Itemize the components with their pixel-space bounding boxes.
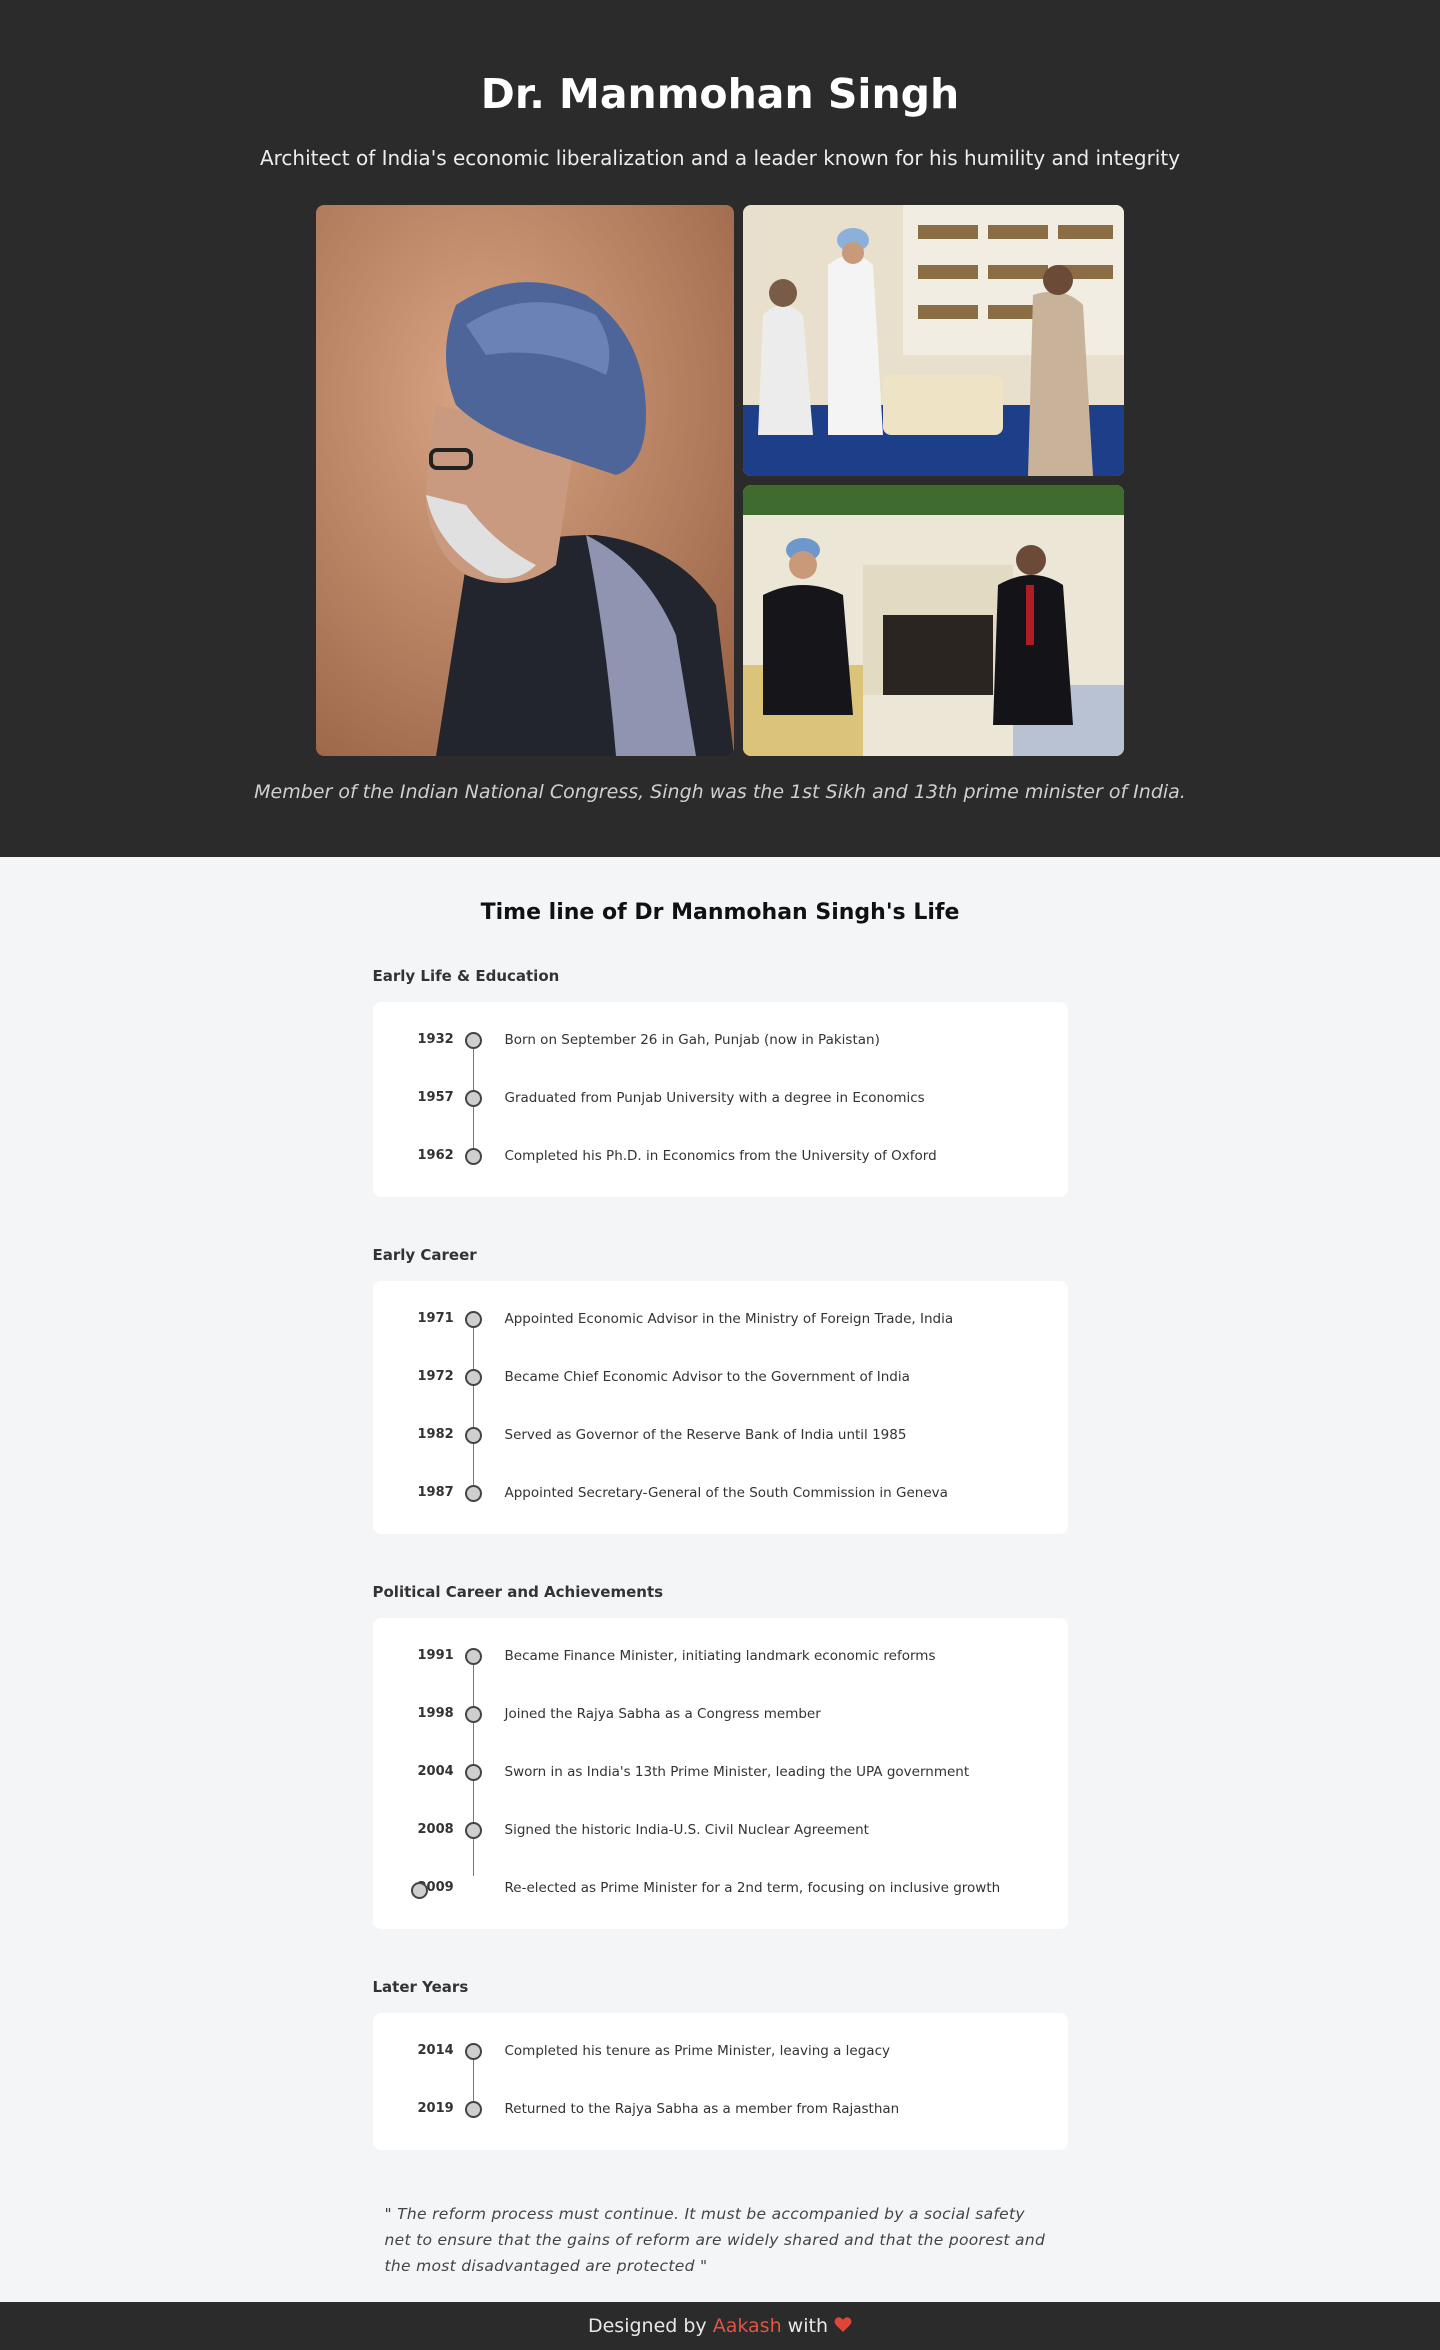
- hero-section: Dr. Manmohan Singh Architect of India's …: [0, 0, 1440, 857]
- event-text: Appointed Economic Advisor in the Minist…: [504, 1311, 954, 1327]
- timeline-dot: [464, 1427, 482, 1444]
- event-text: Served as Governor of the Reserve Bank o…: [504, 1427, 907, 1443]
- event-year: 1987: [417, 1485, 454, 1500]
- timeline-period: Early Career 1971 Appointed Economic Adv…: [372, 1245, 1068, 1534]
- timeline-dot: [464, 1706, 482, 1723]
- portrait-photo: [316, 205, 734, 756]
- event-year: 1998: [417, 1706, 454, 1721]
- event-year: 1982: [417, 1427, 454, 1442]
- timeline-event: 1957 Graduated from Punjab University wi…: [373, 1086, 1068, 1144]
- event-text: Returned to the Rajya Sabha as a member …: [504, 2101, 900, 2117]
- timeline-dot: [410, 1882, 428, 1899]
- event-text: Born on September 26 in Gah, Punjab (now…: [504, 1032, 880, 1048]
- timeline-period: Later Years 2014 Completed his tenure as…: [372, 1977, 1068, 2150]
- timeline-event: 1987 Appointed Secretary-General of the …: [373, 1481, 1068, 1513]
- hero-caption: Member of the Indian National Congress, …: [254, 781, 1186, 803]
- event-year: 1957: [417, 1090, 454, 1105]
- period-card: 2014 Completed his tenure as Prime Minis…: [372, 2013, 1068, 2150]
- author-link[interactable]: Aakash: [713, 2315, 782, 2337]
- period-title: Early Career: [372, 1246, 477, 1264]
- meeting-photo: [743, 205, 1124, 476]
- timeline-period: Political Career and Achievements 1991 B…: [372, 1582, 1068, 1929]
- event-text: Became Chief Economic Advisor to the Gov…: [504, 1369, 910, 1385]
- period-title: Political Career and Achievements: [372, 1583, 664, 1601]
- event-text: Joined the Rajya Sabha as a Congress mem…: [504, 1706, 821, 1722]
- event-text: Sworn in as India's 13th Prime Minister,…: [504, 1764, 970, 1780]
- event-year: 2019: [417, 2101, 454, 2116]
- event-text: Graduated from Punjab University with a …: [504, 1090, 925, 1106]
- event-year: 2008: [417, 1822, 454, 1837]
- footer: Designed by Aakash with: [0, 2302, 1440, 2350]
- timeline-event: 2008 Signed the historic India-U.S. Civi…: [373, 1818, 1068, 1876]
- hero-subtitle: Architect of India's economic liberaliza…: [259, 146, 1181, 170]
- timeline-dot: [464, 1090, 482, 1107]
- event-text: Completed his Ph.D. in Economics from th…: [504, 1148, 937, 1164]
- period-card: 1971 Appointed Economic Advisor in the M…: [372, 1281, 1068, 1534]
- period-card: 1991 Became Finance Minister, initiating…: [372, 1618, 1068, 1929]
- photo-gallery: [316, 205, 1124, 756]
- quote-block: " The reform process must continue. It m…: [384, 2205, 1046, 2275]
- timeline-event: 1982 Served as Governor of the Reserve B…: [373, 1423, 1068, 1481]
- timeline-event: 1971 Appointed Economic Advisor in the M…: [373, 1307, 1068, 1365]
- event-year: 1932: [417, 1032, 454, 1047]
- event-text: Appointed Secretary-General of the South…: [504, 1485, 948, 1501]
- timeline-dot: [464, 1148, 482, 1165]
- timeline-dot: [464, 1032, 482, 1049]
- timeline-dot: [464, 1764, 482, 1781]
- timeline-dot: [464, 2101, 482, 2118]
- event-year: 2004: [417, 1764, 454, 1779]
- timeline-event: 1962 Completed his Ph.D. in Economics fr…: [373, 1144, 1068, 1176]
- heart-icon: [834, 2317, 852, 2332]
- page-title: Dr. Manmohan Singh: [480, 70, 960, 118]
- timeline-period: Early Life & Education 1932 Born on Sept…: [372, 966, 1068, 1197]
- timeline-dot: [464, 1648, 482, 1665]
- event-year: 1971: [417, 1311, 454, 1326]
- timeline-section: Time line of Dr Manmohan Singh's Life Ea…: [372, 857, 1068, 2150]
- event-year: 1962: [417, 1148, 454, 1163]
- event-year: 1972: [417, 1369, 454, 1384]
- period-title: Early Life & Education: [372, 967, 560, 985]
- timeline-dot: [464, 1369, 482, 1386]
- timeline-event: 1991 Became Finance Minister, initiating…: [373, 1644, 1068, 1702]
- footer-suffix: with: [787, 2315, 828, 2337]
- timeline-dot: [464, 1311, 482, 1328]
- timeline-event: 2009 Re-elected as Prime Minister for a …: [373, 1876, 1068, 1908]
- timeline-heading: Time line of Dr Manmohan Singh's Life: [480, 900, 960, 925]
- event-year: 1991: [417, 1648, 454, 1663]
- timeline-event: 2004 Sworn in as India's 13th Prime Mini…: [373, 1760, 1068, 1818]
- timeline-dot: [464, 2043, 482, 2060]
- timeline-event: 2019 Returned to the Rajya Sabha as a me…: [373, 2097, 1068, 2129]
- event-text: Re-elected as Prime Minister for a 2nd t…: [504, 1880, 1001, 1896]
- timeline-dot: [464, 1485, 482, 1502]
- timeline-event: 2014 Completed his tenure as Prime Minis…: [373, 2039, 1068, 2097]
- event-text: Signed the historic India-U.S. Civil Nuc…: [504, 1822, 869, 1838]
- event-text: Completed his tenure as Prime Minister, …: [504, 2043, 891, 2059]
- period-card: 1932 Born on September 26 in Gah, Punjab…: [372, 1002, 1068, 1197]
- event-year: 2014: [417, 2043, 454, 2058]
- timeline-event: 1972 Became Chief Economic Advisor to th…: [373, 1365, 1068, 1423]
- event-text: Became Finance Minister, initiating land…: [504, 1648, 936, 1664]
- timeline-dot: [464, 1822, 482, 1839]
- white-house-photo: [743, 485, 1124, 756]
- period-title: Later Years: [372, 1978, 469, 1996]
- timeline-event: 1932 Born on September 26 in Gah, Punjab…: [373, 1028, 1068, 1086]
- footer-prefix: Designed by: [587, 2315, 707, 2337]
- timeline-event: 1998 Joined the Rajya Sabha as a Congres…: [373, 1702, 1068, 1760]
